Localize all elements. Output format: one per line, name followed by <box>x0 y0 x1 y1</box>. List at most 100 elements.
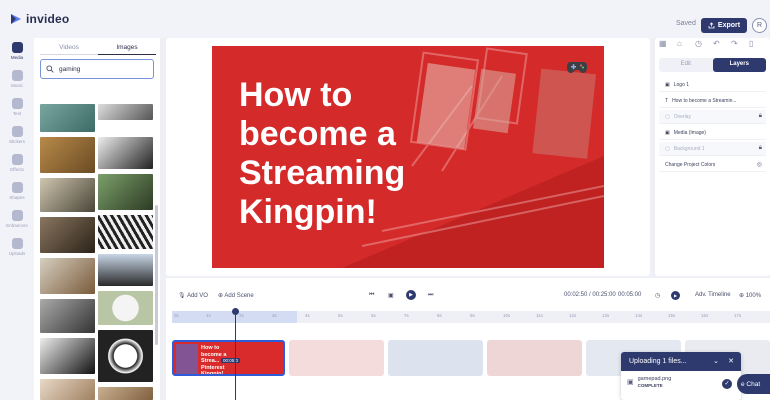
right-panel: ▦ ⌂ ◷ ↶ ↷ ▯ Edit Layers ▣ Logo 1 T How t… <box>655 38 770 276</box>
image-icon: ▣ <box>665 81 670 88</box>
image-thumbnail[interactable] <box>40 379 95 400</box>
scene-clip-active[interactable]: How to become a Strea... Pinterest Kingp… <box>172 340 285 376</box>
text-icon: T <box>665 97 669 104</box>
layer-up-icon[interactable]: ⌂ <box>677 40 685 48</box>
export-icon <box>708 22 715 29</box>
tick-label: 1s <box>206 313 211 318</box>
canvas-title-text[interactable]: How to become a Streaming Kingpin! <box>239 76 449 232</box>
image-thumbnail[interactable] <box>40 258 95 294</box>
layer-item[interactable]: ▢ Overlay 🔒︎ <box>659 110 766 124</box>
skip-back-icon[interactable]: ⏮ <box>369 292 374 299</box>
image-file-icon: ▣ <box>627 379 634 386</box>
chat-button[interactable]: e Chat <box>737 374 770 394</box>
scene-clip[interactable] <box>487 340 582 376</box>
enhancers-icon <box>11 210 23 221</box>
scene-frame-icon[interactable]: ▣ <box>388 292 394 299</box>
rail-item-shapes[interactable]: Shapes <box>0 182 34 200</box>
stickers-icon <box>11 126 23 137</box>
layer-item[interactable]: ▣ Logo 1 <box>659 78 766 92</box>
tab-videos[interactable]: Videos <box>40 41 98 55</box>
export-button[interactable]: Export <box>701 18 747 33</box>
image-thumbnail[interactable] <box>40 217 95 253</box>
tick-label: 8s <box>437 313 442 318</box>
adv-timeline-toggle-icon[interactable]: ▶ <box>671 290 680 300</box>
timeline-ruler[interactable]: 0s 1s 2s 3s 4s 5s 6s 7s 8s 9s 10s 11s 12… <box>172 311 770 323</box>
add-scene-button[interactable]: ⊕ Add Scene <box>218 292 254 299</box>
tick-label: 6s <box>371 313 376 318</box>
image-thumbnail[interactable] <box>98 291 153 325</box>
image-thumbnail[interactable] <box>98 104 153 120</box>
invideo-logo-icon <box>11 14 21 24</box>
tick-label: 3s <box>272 313 277 318</box>
rail-label: Shapes <box>9 195 25 200</box>
clock-icon[interactable]: ◷ <box>655 292 660 299</box>
video-canvas[interactable]: How to become a Streaming Kingpin! <box>212 46 604 268</box>
scene-clip[interactable] <box>289 340 384 376</box>
left-rail: Media Music Text Stickers Effects Shapes… <box>0 38 34 400</box>
play-button[interactable]: ▶ <box>406 290 416 300</box>
playhead-handle[interactable] <box>232 308 239 315</box>
tick-label: 7s <box>404 313 409 318</box>
search-icon <box>46 65 54 73</box>
tick-label: 4s <box>305 313 310 318</box>
avatar[interactable]: R <box>752 18 767 33</box>
rail-label: Music <box>11 83 23 88</box>
rail-item-uploads[interactable]: Uploads <box>0 238 34 256</box>
layer-label: Background 1 <box>673 145 705 152</box>
image-thumbnail[interactable] <box>98 330 153 382</box>
add-vo-button[interactable]: 🎙︎ Add VO <box>178 292 208 299</box>
image-thumbnail[interactable] <box>98 215 153 249</box>
tick-label: 0s <box>174 313 179 318</box>
upload-file-name: gamepad.png <box>637 376 672 382</box>
image-thumbnail[interactable] <box>40 178 95 212</box>
rail-item-enhancers[interactable]: Enhancers <box>0 210 34 228</box>
delete-icon[interactable]: ▯ <box>749 40 757 48</box>
rail-label: Effects <box>10 167 24 172</box>
adv-timeline-label[interactable]: Adv. Timeline <box>695 292 731 298</box>
layer-item[interactable]: ▣ Media (Image) <box>659 126 766 140</box>
layer-item[interactable]: T How to become a Streamin... <box>659 94 766 108</box>
shapes-icon <box>11 182 23 193</box>
complete-check-icon: ✓ <box>722 379 732 389</box>
rail-item-effects[interactable]: Effects <box>0 154 34 172</box>
image-thumbnail[interactable] <box>40 338 95 374</box>
image-thumbnail[interactable] <box>98 174 153 210</box>
redo-icon[interactable]: ↷ <box>731 40 739 48</box>
lock-icon[interactable]: 🔒︎ <box>759 145 762 152</box>
history-icon[interactable]: ◷ <box>695 40 703 48</box>
image-thumbnail[interactable] <box>40 104 95 132</box>
scene-duration[interactable]: 00:05:00 <box>618 292 641 298</box>
rail-item-stickers[interactable]: Stickers <box>0 126 34 144</box>
image-thumbnail[interactable] <box>40 137 95 173</box>
image-thumbnail[interactable] <box>98 254 153 286</box>
scene-clip[interactable] <box>388 340 483 376</box>
tab-layers[interactable]: Layers <box>712 58 766 72</box>
rail-item-text[interactable]: Text <box>0 98 34 116</box>
upload-toast: Uploading 1 files... ⌄ ✕ ▣ gamepad.png C… <box>621 352 741 400</box>
tick-label: 17s <box>734 313 742 318</box>
rail-item-music[interactable]: Music <box>0 70 34 88</box>
change-colors-row[interactable]: Change Project Colors ◎ <box>659 158 766 172</box>
close-icon[interactable]: ✕ <box>728 357 734 365</box>
app-logo[interactable]: invideo <box>10 12 69 26</box>
search-input[interactable]: gaming <box>40 59 154 79</box>
rail-item-media[interactable]: Media <box>0 42 34 60</box>
image-thumbnail[interactable] <box>40 299 95 333</box>
gamepad-icon[interactable] <box>566 59 588 75</box>
media-scrollbar[interactable] <box>155 205 158 345</box>
zoom-level[interactable]: ⊕ 100% <box>739 292 761 299</box>
tab-images[interactable]: Images <box>98 41 156 55</box>
layer-item[interactable]: ▢ Background 1 🔒︎ <box>659 142 766 156</box>
skip-forward-icon[interactable]: ⏭ <box>428 292 433 299</box>
grid-icon[interactable]: ▦ <box>659 40 667 48</box>
rail-label: Enhancers <box>6 223 28 228</box>
add-vo-label: Add VO <box>186 292 208 299</box>
playhead[interactable] <box>235 308 236 400</box>
overlay-icon: ▢ <box>665 113 670 120</box>
image-thumbnail[interactable] <box>98 387 153 400</box>
collapse-icon[interactable]: ⌄ <box>713 357 719 365</box>
image-thumbnail[interactable] <box>98 137 153 169</box>
lock-icon[interactable]: 🔒︎ <box>759 113 762 120</box>
tab-edit[interactable]: Edit <box>659 58 713 72</box>
undo-icon[interactable]: ↶ <box>713 40 721 48</box>
